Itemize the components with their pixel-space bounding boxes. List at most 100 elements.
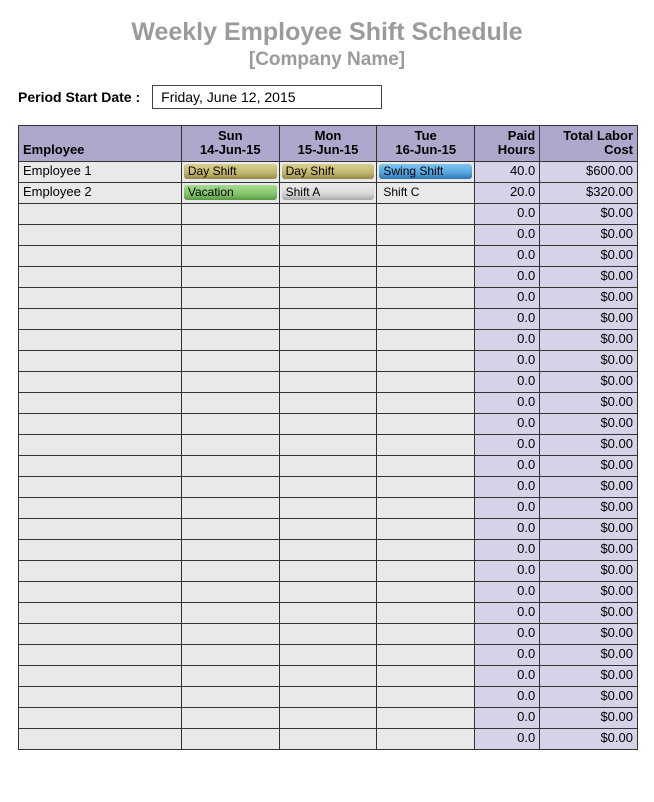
shift-cell[interactable] (181, 539, 279, 560)
employee-cell[interactable]: Employee 1 (19, 161, 182, 182)
period-start-input[interactable] (152, 85, 382, 109)
shift-cell[interactable] (279, 602, 377, 623)
shift-cell[interactable] (377, 287, 475, 308)
shift-cell[interactable] (181, 224, 279, 245)
shift-cell[interactable] (279, 623, 377, 644)
employee-cell[interactable] (19, 203, 182, 224)
shift-cell[interactable] (279, 371, 377, 392)
shift-cell[interactable] (377, 665, 475, 686)
shift-cell[interactable] (181, 728, 279, 749)
shift-cell[interactable] (279, 686, 377, 707)
shift-cell[interactable] (181, 497, 279, 518)
shift-cell[interactable]: Day Shift (279, 161, 377, 182)
shift-cell[interactable] (279, 350, 377, 371)
shift-cell[interactable] (181, 602, 279, 623)
shift-cell[interactable] (377, 623, 475, 644)
shift-cell[interactable] (377, 707, 475, 728)
shift-cell[interactable] (181, 518, 279, 539)
employee-cell[interactable] (19, 644, 182, 665)
shift-cell[interactable] (377, 560, 475, 581)
employee-cell[interactable] (19, 455, 182, 476)
shift-cell[interactable] (279, 266, 377, 287)
shift-cell[interactable] (181, 686, 279, 707)
shift-cell[interactable] (279, 581, 377, 602)
shift-cell[interactable] (181, 455, 279, 476)
shift-cell[interactable] (377, 266, 475, 287)
employee-cell[interactable] (19, 371, 182, 392)
shift-cell[interactable]: Swing Shift (377, 161, 475, 182)
employee-cell[interactable] (19, 623, 182, 644)
employee-cell[interactable] (19, 392, 182, 413)
shift-cell[interactable] (377, 602, 475, 623)
shift-cell[interactable]: Shift C (377, 182, 475, 203)
employee-cell[interactable] (19, 413, 182, 434)
shift-cell[interactable] (279, 413, 377, 434)
employee-cell[interactable] (19, 686, 182, 707)
shift-cell[interactable] (377, 539, 475, 560)
shift-cell[interactable] (279, 518, 377, 539)
shift-cell[interactable] (279, 329, 377, 350)
shift-cell[interactable] (377, 644, 475, 665)
shift-cell[interactable] (181, 266, 279, 287)
shift-cell[interactable] (377, 392, 475, 413)
shift-cell[interactable] (279, 728, 377, 749)
shift-cell[interactable] (279, 707, 377, 728)
shift-cell[interactable] (181, 308, 279, 329)
shift-cell[interactable] (181, 329, 279, 350)
shift-cell[interactable] (181, 581, 279, 602)
shift-cell[interactable] (181, 413, 279, 434)
shift-cell[interactable] (181, 245, 279, 266)
shift-cell[interactable] (279, 434, 377, 455)
shift-cell[interactable] (279, 203, 377, 224)
shift-cell[interactable] (279, 644, 377, 665)
shift-cell[interactable] (279, 287, 377, 308)
shift-cell[interactable] (377, 518, 475, 539)
employee-cell[interactable] (19, 434, 182, 455)
shift-cell[interactable] (181, 644, 279, 665)
shift-cell[interactable] (377, 224, 475, 245)
shift-cell[interactable] (279, 539, 377, 560)
employee-cell[interactable] (19, 602, 182, 623)
shift-cell[interactable] (377, 203, 475, 224)
shift-cell[interactable]: Vacation (181, 182, 279, 203)
shift-cell[interactable] (279, 308, 377, 329)
shift-cell[interactable] (181, 707, 279, 728)
shift-cell[interactable] (279, 560, 377, 581)
shift-cell[interactable] (181, 287, 279, 308)
employee-cell[interactable] (19, 581, 182, 602)
shift-cell[interactable] (377, 497, 475, 518)
employee-cell[interactable] (19, 476, 182, 497)
shift-cell[interactable] (377, 308, 475, 329)
shift-cell[interactable] (181, 560, 279, 581)
employee-cell[interactable] (19, 224, 182, 245)
shift-cell[interactable] (377, 413, 475, 434)
shift-cell[interactable] (181, 371, 279, 392)
employee-cell[interactable] (19, 728, 182, 749)
employee-cell[interactable] (19, 308, 182, 329)
employee-cell[interactable] (19, 707, 182, 728)
shift-cell[interactable] (279, 245, 377, 266)
employee-cell[interactable] (19, 329, 182, 350)
shift-cell[interactable] (377, 476, 475, 497)
employee-cell[interactable] (19, 245, 182, 266)
employee-cell[interactable] (19, 665, 182, 686)
shift-cell[interactable] (279, 224, 377, 245)
shift-cell[interactable] (377, 329, 475, 350)
shift-cell[interactable] (279, 665, 377, 686)
employee-cell[interactable] (19, 350, 182, 371)
shift-cell[interactable] (377, 371, 475, 392)
shift-cell[interactable]: Shift A (279, 182, 377, 203)
shift-cell[interactable] (181, 392, 279, 413)
shift-cell[interactable] (377, 245, 475, 266)
shift-cell[interactable] (181, 203, 279, 224)
shift-cell[interactable] (181, 665, 279, 686)
employee-cell[interactable] (19, 518, 182, 539)
employee-cell[interactable] (19, 266, 182, 287)
shift-cell[interactable] (279, 497, 377, 518)
shift-cell[interactable] (279, 392, 377, 413)
shift-cell[interactable] (181, 476, 279, 497)
employee-cell[interactable] (19, 497, 182, 518)
employee-cell[interactable] (19, 287, 182, 308)
shift-cell[interactable] (377, 686, 475, 707)
employee-cell[interactable] (19, 539, 182, 560)
